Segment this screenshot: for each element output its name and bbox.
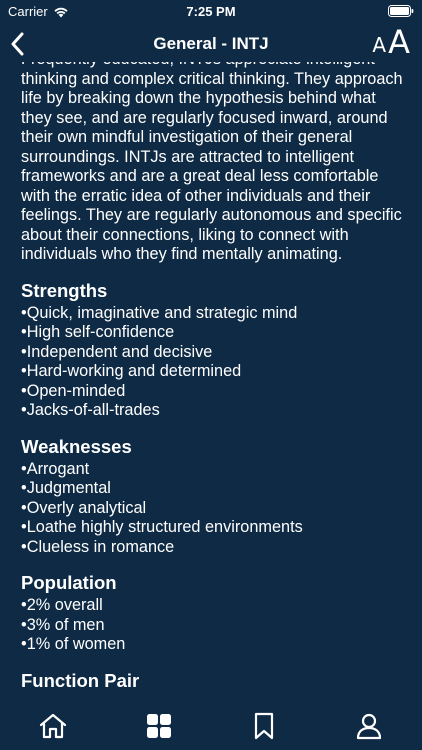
bullet-list: Arrogant Judgmental Overly analytical Lo… [21, 460, 408, 558]
status-time: 7:25 PM [186, 4, 236, 19]
list-item: 3% of men [21, 616, 408, 636]
list-item: High self-confidence [21, 323, 408, 343]
list-item: Overly analytical [21, 499, 408, 519]
section-population: Population 2% overall 3% of men 1% of wo… [21, 572, 408, 655]
list-item: Hard-working and determined [21, 362, 408, 382]
list-item: Arrogant [21, 460, 408, 480]
list-item: Open-minded [21, 382, 408, 402]
tab-bar [0, 703, 422, 750]
article-body: Frequently educated, INTJs appreciate in… [21, 62, 408, 694]
tab-home[interactable] [38, 711, 68, 741]
intro-paragraph: Frequently educated, INTJs appreciate in… [21, 62, 403, 263]
section-heading: Weaknesses [21, 435, 132, 457]
section-weaknesses: Weaknesses Arrogant Judgmental Overly an… [21, 436, 408, 558]
section-heading: Strengths [21, 279, 108, 301]
grid-icon [147, 714, 171, 738]
tab-bookmarks[interactable] [249, 711, 279, 741]
bullet-list: Quick, imaginative and strategic mind Hi… [21, 304, 408, 421]
list-item: 2% overall [21, 596, 408, 616]
font-size-large-icon: A [388, 23, 410, 61]
list-item: Jacks-of-all-trades [21, 401, 408, 421]
section-strengths: Strengths Quick, imaginative and strateg… [21, 280, 408, 421]
font-size-button[interactable]: A A [372, 26, 410, 58]
list-item: Quick, imaginative and strategic mind [21, 304, 408, 324]
bookmark-icon [254, 712, 274, 740]
tab-categories[interactable] [144, 711, 174, 741]
font-size-small-icon: A [372, 33, 387, 57]
bullet-list: 2% overall 3% of men 1% of women [21, 596, 408, 655]
section-heading: Population [21, 572, 117, 593]
section-heading: Function Pair [21, 669, 140, 691]
list-item: 1% of women [21, 635, 408, 655]
list-item: Judgmental [21, 479, 408, 499]
navigation-bar: General - INTJ A A [0, 22, 422, 66]
home-icon [39, 713, 67, 739]
list-item: Clueless in romance [21, 538, 408, 558]
profile-icon [356, 713, 382, 740]
article-scroll-view[interactable]: Frequently educated, INTJs appreciate in… [0, 62, 422, 702]
list-item: Independent and decisive [21, 343, 408, 363]
page-title: General - INTJ [153, 34, 269, 53]
battery-icon [388, 5, 414, 20]
list-item: Loathe highly structured environments [21, 518, 408, 538]
status-bar: Carrier 7:25 PM [0, 0, 422, 22]
tab-profile[interactable] [354, 711, 384, 741]
section-function-pair: Function Pair [21, 670, 408, 692]
